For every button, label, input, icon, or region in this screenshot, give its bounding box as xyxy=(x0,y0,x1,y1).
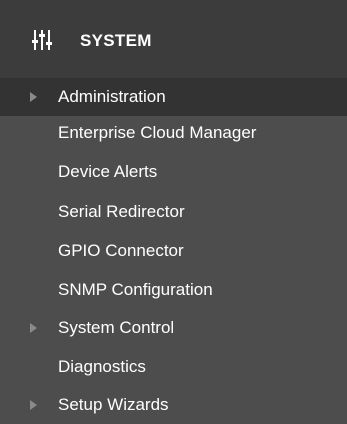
menu-item-diagnostics[interactable]: Diagnostics xyxy=(0,348,347,386)
menu-item-label: Device Alerts xyxy=(58,162,158,181)
menu-item-snmp-configuration[interactable]: SNMP Configuration xyxy=(0,271,347,309)
menu-item-label: Serial Redirector xyxy=(58,202,185,221)
menu-item-label: GPIO Connector xyxy=(58,241,184,260)
menu-item-label: Setup Wizards xyxy=(58,395,169,414)
chevron-right-icon xyxy=(30,400,37,410)
menu-item-administration[interactable]: Administration xyxy=(0,78,347,116)
chevron-right-icon xyxy=(30,92,37,102)
menu-item-label: Diagnostics xyxy=(58,357,146,376)
sliders-icon xyxy=(32,30,52,50)
menu-item-label: Enterprise Cloud Manager xyxy=(58,123,257,142)
menu-item-label: System Control xyxy=(58,318,175,337)
menu-title: SYSTEM xyxy=(80,31,152,50)
chevron-right-icon xyxy=(30,323,37,333)
menu-item-label: SNMP Configuration xyxy=(58,280,213,299)
menu-item-system-control[interactable]: System Control xyxy=(0,309,347,347)
menu-item-enterprise-cloud-manager[interactable]: Enterprise Cloud Manager xyxy=(0,114,347,152)
menu-item-gpio-connector[interactable]: GPIO Connector xyxy=(0,232,347,270)
menu-item-serial-redirector[interactable]: Serial Redirector xyxy=(0,193,347,231)
menu-item-setup-wizards[interactable]: Setup Wizards xyxy=(0,386,347,424)
menu-item-label: Administration xyxy=(58,87,166,106)
menu-header[interactable]: SYSTEM xyxy=(0,0,347,84)
system-menu-panel: SYSTEM Administration Enterprise Cloud M… xyxy=(0,0,347,424)
menu-item-device-alerts[interactable]: Device Alerts xyxy=(0,153,347,191)
